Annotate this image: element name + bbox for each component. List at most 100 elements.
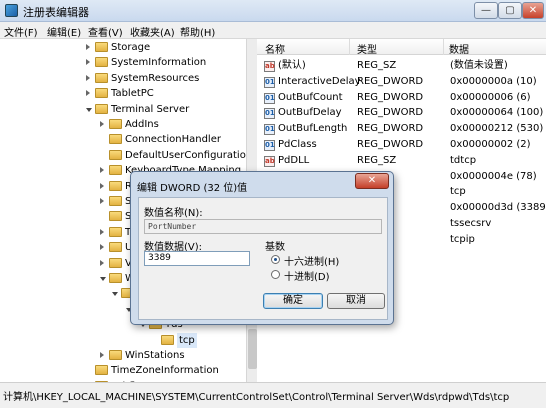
value-name: OutBufLength [278, 123, 348, 135]
tree-node[interactable]: DefaultUserConfiguration [0, 148, 252, 163]
folder-icon [161, 334, 174, 345]
list-item[interactable]: 01 InteractiveDelay REG_DWORD 0x0000000a (1… [257, 74, 546, 90]
tree-node-label: Terminal Server [111, 103, 190, 115]
folder-icon [109, 273, 122, 283]
decimal-radio-label[interactable]: 十进制(D) [284, 268, 330, 283]
tree-node[interactable]: Terminal Server [0, 102, 246, 117]
value-name: PdDLL [278, 154, 310, 166]
column-type[interactable]: 类型 [357, 41, 377, 56]
collapsed-arrow-icon[interactable] [100, 198, 104, 204]
collapsed-arrow-icon[interactable] [100, 182, 104, 189]
value-data: 0x00000d3d (3389) [450, 202, 546, 214]
value-data: tcpip [450, 233, 475, 245]
value-name: PdClass [278, 139, 317, 150]
tree-node[interactable]: TimeZoneInformation [0, 363, 246, 378]
tree-scroll-thumb[interactable] [248, 329, 257, 369]
hex-radio-label[interactable]: 十六进制(H) [284, 253, 339, 268]
list-item[interactable]: ab (默认) REG_SZ (数值未设置) [257, 58, 546, 74]
minimize-button[interactable]: — [474, 2, 498, 19]
tree-node[interactable]: TabletPC [0, 86, 246, 101]
folder-icon [109, 242, 122, 253]
tree-node[interactable]: AddIns [0, 117, 246, 132]
folder-icon [109, 165, 122, 176]
folder-icon [109, 119, 122, 129]
hex-radio[interactable] [271, 255, 280, 264]
menu-favorites[interactable]: 收藏夹(A) [130, 24, 175, 39]
menu-file[interactable]: 文件(F) [4, 24, 38, 39]
close-button[interactable]: ✕ [522, 2, 544, 19]
tree-node-label: SystemInformation [111, 57, 207, 69]
column-divider[interactable] [349, 39, 350, 55]
tree-node-label: AddIns [125, 119, 159, 130]
expanded-arrow-icon[interactable] [112, 292, 118, 297]
tree-node[interactable]: SystemResources [0, 71, 246, 86]
folder-icon [109, 211, 122, 222]
value-data: tdtcp [450, 154, 477, 166]
expanded-arrow-icon[interactable] [100, 277, 106, 281]
collapsed-arrow-icon[interactable] [100, 259, 104, 266]
decimal-radio[interactable] [271, 270, 280, 279]
tree-node-label: Storage [111, 42, 151, 53]
edit-dword-dialog: 编辑 DWORD (32 位)值 ✕ 数值名称(N): PortNumber 数… [130, 171, 394, 325]
string-value-icon: ab [264, 155, 275, 167]
column-data[interactable]: 数据 [449, 41, 469, 56]
folder-icon [95, 57, 108, 68]
collapsed-arrow-icon[interactable] [86, 90, 90, 97]
value-data: tcp [450, 186, 466, 198]
collapsed-arrow-icon[interactable] [100, 121, 104, 127]
column-divider[interactable] [443, 39, 444, 55]
cancel-button[interactable]: 取消 [327, 293, 385, 309]
value-name-field: PortNumber [144, 219, 382, 234]
list-item[interactable]: ab PdDLL REG_SZ tdtcp [257, 153, 546, 169]
collapsed-arrow-icon[interactable] [100, 352, 104, 358]
status-bar: 计算机\HKEY_LOCAL_MACHINE\SYSTEM\CurrentCon… [0, 382, 546, 408]
regedit-app-icon [5, 4, 18, 17]
collapsed-arrow-icon[interactable] [86, 44, 90, 50]
list-item[interactable]: 01 OutBufDelay REG_DWORD 0x00000064 (100) [257, 105, 546, 121]
value-name: InteractiveDelay [278, 75, 361, 87]
menu-view[interactable]: 查看(V) [88, 24, 123, 39]
value-data: 0x00000006 (6) [450, 91, 531, 103]
dialog-body: 数值名称(N): PortNumber 数值数据(V): 3389 基数 十六进… [138, 197, 388, 320]
value-data: 0x00000064 (100) [450, 107, 544, 119]
tree-node[interactable]: Storage [0, 40, 246, 55]
collapsed-arrow-icon[interactable] [100, 167, 104, 174]
tree-node[interactable]: WinStations [0, 348, 246, 363]
tree-node-label: ConnectionHandler [125, 134, 221, 146]
window-title: 注册表编辑器 [23, 6, 89, 19]
expanded-arrow-icon[interactable] [86, 107, 92, 112]
tree-node[interactable]: tcp [0, 332, 246, 348]
folder-icon [109, 226, 122, 237]
binary-value-icon: 01 [264, 140, 275, 151]
column-name[interactable]: 名称 [265, 41, 285, 56]
tree-node-label: TabletPC [111, 88, 154, 100]
menu-edit[interactable]: 编辑(E) [47, 24, 81, 39]
binary-value-icon: 01 [264, 92, 275, 104]
value-data-input[interactable]: 3389 [144, 251, 250, 266]
collapsed-arrow-icon[interactable] [100, 228, 104, 235]
folder-icon [95, 103, 108, 114]
maximize-button[interactable]: ▢ [498, 2, 522, 19]
list-item[interactable]: 01 PdClass REG_DWORD 0x00000002 (2) [257, 137, 546, 153]
base-group-label: 基数 [265, 242, 285, 253]
folder-icon [109, 180, 122, 191]
tree-node-label: WinStations [125, 350, 185, 361]
collapsed-arrow-icon[interactable] [86, 74, 90, 81]
menu-help[interactable]: 帮助(H) [180, 24, 215, 39]
collapsed-arrow-icon[interactable] [86, 59, 90, 66]
list-item[interactable]: 01 OutBufCount REG_DWORD 0x00000006 (6) [257, 90, 546, 106]
folder-icon [109, 134, 122, 145]
dialog-close-button[interactable]: ✕ [355, 173, 389, 189]
binary-value-icon: 01 [264, 76, 275, 88]
value-type: REG_DWORD [357, 139, 424, 150]
value-type: REG_DWORD [357, 123, 424, 135]
list-item[interactable]: 01 OutBufLength REG_DWORD 0x00000212 (530) [257, 121, 546, 137]
value-data: 0x0000004e (78) [450, 170, 537, 182]
folder-icon [109, 257, 122, 268]
tree-node[interactable]: SystemInformation [0, 55, 246, 70]
tree-node[interactable]: ConnectionHandler [0, 132, 246, 147]
collapsed-arrow-icon[interactable] [100, 244, 104, 251]
binary-value-icon: 01 [264, 108, 275, 120]
ok-button[interactable]: 确定 [263, 293, 323, 309]
value-type: REG_SZ [357, 60, 397, 71]
